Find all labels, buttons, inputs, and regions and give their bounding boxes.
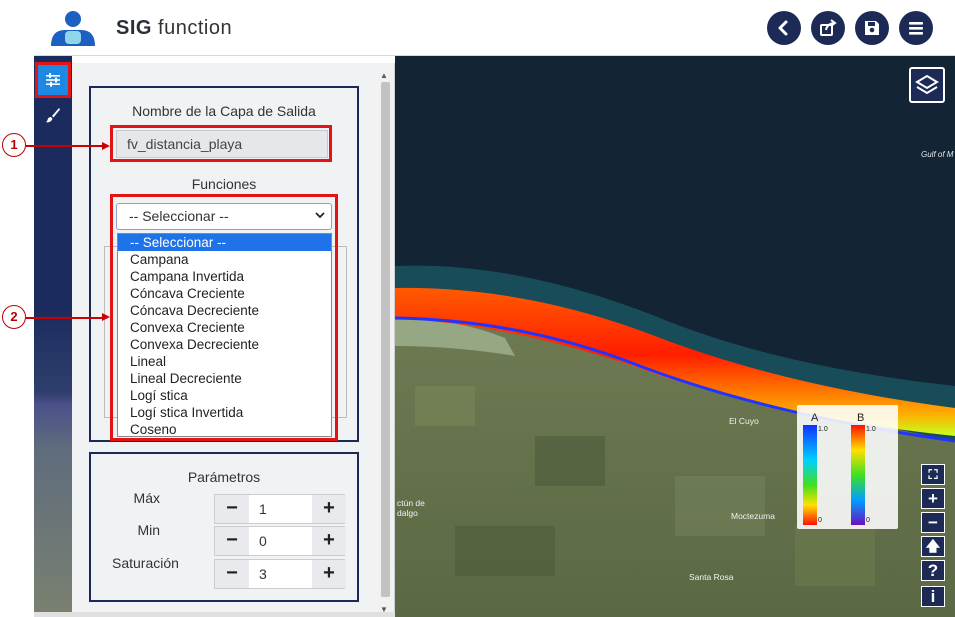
sigfunction-logo — [51, 11, 95, 46]
callout-2-arrow — [102, 313, 110, 321]
callout-1-arrow — [102, 142, 110, 150]
decrement-button[interactable]: − — [215, 560, 249, 588]
menu-button[interactable] — [899, 11, 933, 45]
share-icon — [820, 19, 837, 36]
bottom-strip — [34, 612, 395, 617]
legend-a-max: 1.0 — [818, 426, 828, 433]
param-value-input[interactable]: 0 — [249, 527, 312, 555]
place-el-cuyo: El Cuyo — [729, 416, 759, 426]
zoom-in-button[interactable]: + — [921, 488, 945, 509]
legend-a-title: A — [811, 412, 819, 424]
brush-tool-button[interactable] — [38, 100, 68, 130]
app-title: SIG function — [116, 17, 233, 39]
callout-1: 1 — [2, 133, 26, 157]
help-button[interactable]: ? — [921, 560, 945, 581]
legend-b-min: 0 — [866, 517, 870, 524]
map-view[interactable]: Gulf of M El Cuyo Moctezuma Santa Rosa c… — [395, 56, 955, 617]
legend-a-min: 0 — [818, 517, 822, 524]
layers-button[interactable] — [909, 67, 945, 103]
param-row: Máx −1 + — [100, 490, 350, 524]
share-button[interactable] — [811, 11, 845, 45]
place-santa-rosa: Santa Rosa — [689, 572, 734, 582]
legend-a-ramp — [803, 425, 817, 525]
decrement-button[interactable]: − — [215, 527, 249, 555]
scroll-up-arrow[interactable]: ▲ — [380, 71, 388, 80]
sliders-tool-button[interactable] — [35, 62, 71, 98]
param-stepper: −3 + — [214, 559, 346, 589]
param-row: Min −0 + — [100, 522, 350, 556]
brush-icon — [45, 108, 60, 123]
satellite-basemap — [395, 56, 955, 617]
back-button[interactable] — [767, 11, 801, 45]
param-value-input[interactable]: 3 — [249, 560, 312, 588]
param-stepper: −0 + — [214, 526, 346, 556]
increment-button[interactable]: + — [312, 495, 346, 523]
menu-icon — [909, 22, 923, 35]
increment-button[interactable]: + — [312, 560, 346, 588]
callout-2: 2 — [2, 305, 26, 329]
decrement-button[interactable]: − — [215, 495, 249, 523]
scrollbar-thumb[interactable] — [381, 82, 390, 597]
param-value-input[interactable]: 1 — [249, 495, 312, 523]
fullscreen-button[interactable]: ⛶ — [921, 464, 945, 485]
parameters-title: Parámetros — [187, 469, 261, 485]
back-icon — [778, 20, 788, 36]
legend-b-max: 1.0 — [866, 426, 876, 433]
zoom-out-button[interactable]: − — [921, 512, 945, 533]
highlight-box-2 — [110, 194, 338, 441]
info-button[interactable]: i — [921, 586, 945, 607]
layers-icon — [915, 74, 939, 95]
reset-north-button[interactable]: 🡅 — [921, 536, 945, 557]
place-partial-2: dalgo — [397, 508, 418, 518]
save-icon — [865, 21, 879, 35]
callout-1-leader — [26, 145, 104, 147]
param-stepper: −1 + — [214, 494, 346, 524]
highlight-box-1 — [110, 125, 332, 162]
save-button[interactable] — [855, 11, 889, 45]
functions-label: Funciones — [191, 176, 257, 192]
place-partial-1: ctún de — [397, 498, 425, 508]
app-header: SIG function — [34, 0, 955, 56]
output-layer-label: Nombre de la Capa de Salida — [132, 103, 316, 119]
increment-button[interactable]: + — [312, 527, 346, 555]
param-label: Máx — [133, 490, 160, 506]
legend-b-title: B — [857, 412, 865, 424]
callout-2-leader — [26, 317, 104, 319]
param-label: Min — [137, 522, 160, 538]
sliders-icon — [46, 73, 60, 87]
param-row: Saturación −3 + — [100, 555, 350, 589]
legend-b-ramp — [851, 425, 865, 525]
map-legend: A B 1.0 0 1.0 0 — [797, 405, 898, 529]
gulf-label: Gulf of M — [921, 150, 954, 159]
place-moctezuma: Moctezuma — [731, 511, 775, 521]
